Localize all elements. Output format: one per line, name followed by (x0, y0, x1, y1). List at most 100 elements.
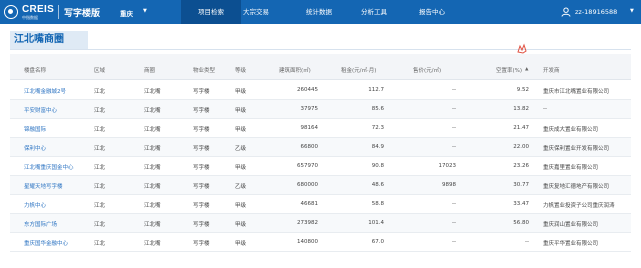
price-cell: -- (452, 87, 456, 93)
sort-ascending-icon[interactable]: ▲ (525, 67, 528, 72)
rent-cell: 112.7 (368, 87, 384, 93)
district-cell: 江北 (94, 203, 106, 209)
rent-cell: 58.8 (371, 201, 384, 207)
col-developer[interactable]: 开发商 (543, 66, 560, 74)
area-cell: 37975 (300, 106, 319, 112)
grade-cell: 甲级 (235, 241, 247, 247)
area-cell: 657970 (297, 163, 318, 169)
nav-analysis-tools[interactable]: 分析工具 (344, 0, 404, 24)
developer-cell: 重庆保利置业开发有限公司 (543, 146, 610, 152)
table-row[interactable]: 平安财富中心 江北 江北嘴 写字楼 甲级 37975 85.6 -- 13.82 -- (10, 100, 631, 119)
nav-bulk-deals[interactable]: 大宗交易 (226, 0, 286, 24)
circle-cell: 江北嘴 (144, 241, 161, 247)
price-cell: -- (452, 220, 456, 226)
grade-cell: 甲级 (235, 127, 247, 133)
city-selector[interactable]: 重庆 (120, 8, 133, 18)
district-cell: 江北 (94, 184, 106, 190)
building-name-link[interactable]: 保利中心 (24, 144, 46, 152)
developer-cell: 力帆置业投资子公司重庆润涛 (543, 203, 615, 209)
building-name-link[interactable]: 平安财富中心 (24, 106, 57, 114)
col-property-type[interactable]: 物业类型 (193, 66, 215, 74)
building-name-link[interactable]: 重庆国华金融中心 (24, 239, 68, 247)
table-row[interactable]: 星耀天地写字楼 江北 江北嘴 写字楼 乙级 680000 48.6 9898 30.77 重庆复地… (10, 176, 631, 195)
vacancy-cell: 30.77 (513, 182, 529, 188)
building-name-link[interactable]: 江北嘴金融城2号 (24, 87, 66, 95)
district-cell: 江北 (94, 241, 106, 247)
circle-cell: 江北嘴 (144, 184, 161, 190)
price-cell: 17023 (438, 163, 457, 169)
price-cell: 9898 (442, 182, 456, 188)
circle-cell: 江北嘴 (144, 89, 161, 95)
user-icon[interactable] (561, 7, 571, 17)
developer-cell: 重庆润山置业有限公司 (543, 222, 599, 228)
area-cell: 98164 (300, 125, 319, 131)
nav-statistics[interactable]: 统计数据 (289, 0, 349, 24)
rent-cell: 72.3 (371, 125, 384, 131)
table-row[interactable]: 东方国际广场 江北 江北嘴 写字楼 甲级 273982 101.4 -- 56.80 重庆润山置业… (10, 214, 631, 233)
table-row[interactable]: 重庆国华金融中心 江北 江北嘴 写字楼 甲级 140800 67.0 -- -- 重庆平华置业有限… (10, 233, 631, 252)
grade-cell: 甲级 (235, 222, 247, 228)
district-cell: 江北 (94, 89, 106, 95)
price-cell: -- (452, 239, 456, 245)
vacancy-cell: 56.80 (513, 220, 529, 226)
section-title: 江北嘴商圈 (10, 31, 88, 49)
building-name-link[interactable]: 力帆中心 (24, 201, 46, 209)
grade-cell: 甲级 (235, 165, 247, 171)
district-cell: 江北 (94, 127, 106, 133)
circle-cell: 江北嘴 (144, 222, 161, 228)
price-cell: -- (452, 144, 456, 150)
vacancy-cell: 9.52 (516, 87, 529, 93)
building-name-link[interactable]: 江北嘴重庆国金中心 (24, 163, 74, 171)
circle-cell: 江北嘴 (144, 203, 161, 209)
circle-cell: 江北嘴 (144, 108, 161, 114)
table-row[interactable]: 力帆中心 江北 江北嘴 写字楼 甲级 46681 58.8 -- 33.47 力帆置业投资子公司重… (10, 195, 631, 214)
developer-cell: -- (543, 106, 547, 112)
area-cell: 66800 (300, 144, 319, 150)
top-nav-bar: CREIS 中指数据 写字楼版 重庆 ▼ 项目检索 大宗交易 统计数据 分析工具… (0, 0, 641, 24)
building-name-link[interactable]: 东方国际广场 (24, 220, 57, 228)
developer-cell: 重庆成大置业有限公司 (543, 127, 599, 133)
user-caret-icon[interactable]: ▼ (630, 8, 634, 14)
col-business-circle[interactable]: 商圈 (144, 66, 155, 74)
col-vacancy-rate[interactable]: 空置率(%) (496, 66, 522, 74)
creis-logo[interactable]: CREIS 中指数据 (4, 2, 70, 22)
rent-cell: 67.0 (371, 239, 384, 245)
col-grade[interactable]: 等级 (235, 66, 246, 74)
rent-cell: 90.8 (371, 163, 384, 169)
table-row[interactable]: 保利中心 江北 江北嘴 写字楼 乙级 66800 84.9 -- 22.00 重庆保利置业开发有限… (10, 138, 631, 157)
area-cell: 140800 (297, 239, 318, 245)
district-cell: 江北 (94, 108, 106, 114)
col-floor-area[interactable]: 建筑面积(㎡) (279, 66, 311, 74)
rent-cell: 84.9 (371, 144, 384, 150)
area-cell: 260445 (297, 87, 318, 93)
col-sale-price[interactable]: 售价(元/㎡) (413, 66, 441, 74)
col-building-name[interactable]: 楼盘名称 (24, 66, 46, 74)
type-cell: 写字楼 (193, 241, 210, 247)
user-name[interactable]: zz-18916588 (575, 8, 617, 16)
table-row[interactable]: 锦融国际 江北 江北嘴 写字楼 甲级 98164 72.3 -- 21.47 重庆成大置业有限公司 (10, 119, 631, 138)
vacancy-cell: 23.26 (513, 163, 529, 169)
rent-cell: 101.4 (368, 220, 384, 226)
grade-cell: 甲级 (235, 89, 247, 95)
area-cell: 680000 (297, 182, 318, 188)
vacancy-cell: 22.00 (513, 144, 529, 150)
section-divider (10, 49, 631, 50)
grade-cell: 甲级 (235, 108, 247, 114)
vacancy-cell: 21.47 (513, 125, 529, 131)
col-district[interactable]: 区域 (94, 66, 105, 74)
building-name-link[interactable]: 锦融国际 (24, 125, 46, 133)
type-cell: 写字楼 (193, 165, 210, 171)
logo-text: CREIS (22, 4, 55, 15)
developer-cell: 重庆平华置业有限公司 (543, 241, 599, 247)
vacancy-cell: 33.47 (513, 201, 529, 207)
caret-down-icon[interactable]: ▼ (143, 8, 147, 14)
rent-cell: 85.6 (371, 106, 384, 112)
table-row[interactable]: 江北嘴重庆国金中心 江北 江北嘴 写字楼 甲级 657970 90.8 17023 23.26 重… (10, 157, 631, 176)
building-name-link[interactable]: 星耀天地写字楼 (24, 182, 63, 190)
type-cell: 写字楼 (193, 146, 210, 152)
circle-cell: 江北嘴 (144, 127, 161, 133)
nav-report-center[interactable]: 报告中心 (402, 0, 462, 24)
col-rent[interactable]: 租金(元/㎡·月) (341, 66, 376, 74)
type-cell: 写字楼 (193, 89, 210, 95)
table-row[interactable]: 江北嘴金融城2号 江北 江北嘴 写字楼 甲级 260445 112.7 -- 9.52 重庆市江北… (10, 81, 631, 100)
